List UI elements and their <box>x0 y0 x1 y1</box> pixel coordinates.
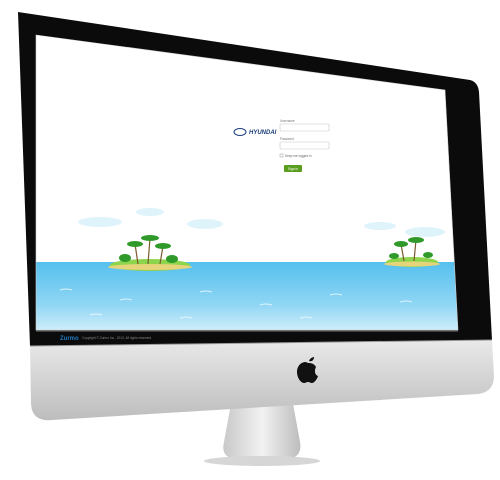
zurmo-logo: Zurmo <box>60 336 79 342</box>
username-input[interactable] <box>279 123 330 132</box>
footer-copyright: Copyright © Zurmo Inc., 2013. All rights… <box>82 336 152 340</box>
hyundai-h-oval-icon <box>233 128 247 136</box>
password-input[interactable] <box>279 141 330 150</box>
remember-checkbox[interactable] <box>279 153 284 158</box>
signin-button-label: Sign in <box>288 167 298 171</box>
hyundai-logo: HYUNDAI <box>233 128 277 136</box>
username-label: Username <box>280 119 295 123</box>
remember-label: Keep me logged in <box>285 154 312 158</box>
brand-name: HYUNDAI <box>249 130 277 136</box>
password-label: Password <box>280 137 294 141</box>
screen-ui: HYUNDAI Username Password Keep me logged… <box>60 119 330 342</box>
